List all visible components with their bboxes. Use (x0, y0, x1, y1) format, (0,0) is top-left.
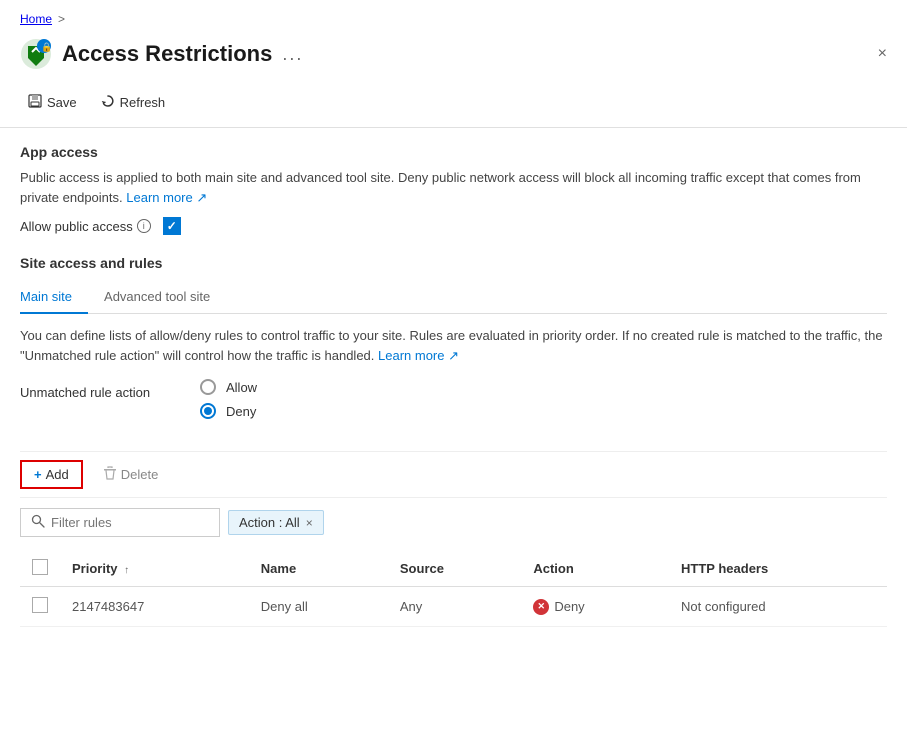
row-checkbox-cell (20, 587, 60, 627)
more-options-button[interactable]: ... (282, 44, 303, 65)
refresh-button[interactable]: Refresh (93, 90, 174, 115)
filter-input-container[interactable] (20, 508, 220, 537)
row-name: Deny all (249, 587, 388, 627)
radio-group: Allow Deny (200, 379, 257, 419)
radio-allow-row: Allow (200, 379, 257, 395)
radio-deny-row: Deny (200, 403, 257, 419)
rules-table: Priority ↑ Name Source Action HTTP heade… (20, 551, 887, 627)
table-header-source: Source (388, 551, 521, 587)
table-header: Priority ↑ Name Source Action HTTP heade… (20, 551, 887, 587)
app-access-title: App access (20, 144, 887, 160)
header-left: 🔒 Access Restrictions ... (20, 38, 303, 70)
unmatched-rule-row: Unmatched rule action Allow Deny (20, 379, 887, 435)
action-filter-badge: Action : All × (228, 510, 324, 535)
close-button[interactable]: × (878, 45, 887, 63)
filter-row: Action : All × (20, 508, 887, 537)
radio-allow[interactable] (200, 379, 216, 395)
delete-label: Delete (121, 467, 159, 482)
breadcrumb: Home > (0, 0, 907, 34)
allow-public-access-row: Allow public access i (20, 217, 887, 235)
app-access-description: Public access is applied to both main si… (20, 168, 887, 207)
breadcrumb-home[interactable]: Home (20, 12, 52, 26)
delete-button[interactable]: Delete (91, 461, 171, 488)
add-icon: + (34, 467, 42, 482)
refresh-icon (101, 94, 115, 111)
table-row: 2147483647 Deny all Any Deny Not configu… (20, 587, 887, 627)
add-button[interactable]: + Add (20, 460, 83, 489)
row-http-headers: Not configured (669, 587, 887, 627)
rules-description: You can define lists of allow/deny rules… (20, 326, 887, 365)
toolbar: Save Refresh (0, 82, 907, 128)
rules-learn-more[interactable]: Learn more ↗ (378, 348, 459, 363)
delete-icon (103, 466, 117, 483)
clear-action-filter-button[interactable]: × (306, 516, 313, 530)
rules-toolbar: + Add Delete (20, 451, 887, 498)
page-content: App access Public access is applied to b… (0, 128, 907, 643)
tab-advanced-tool-site[interactable]: Advanced tool site (104, 281, 226, 314)
tab-main-site[interactable]: Main site (20, 281, 88, 314)
allow-public-checkbox[interactable] (163, 217, 181, 235)
row-action: Deny (521, 587, 669, 627)
row-checkbox[interactable] (32, 597, 48, 613)
radio-deny-label: Deny (226, 404, 256, 419)
refresh-label: Refresh (120, 95, 166, 110)
radio-deny[interactable] (200, 403, 216, 419)
svg-text:🔒: 🔒 (41, 42, 52, 52)
save-label: Save (47, 95, 77, 110)
select-all-checkbox[interactable] (32, 559, 48, 575)
access-restrictions-page: Home > 🔒 Access Restrictions ... × (0, 0, 907, 734)
table-header-checkbox (20, 551, 60, 587)
radio-allow-label: Allow (226, 380, 257, 395)
row-source: Any (388, 587, 521, 627)
search-icon (31, 514, 45, 531)
allow-public-label: Allow public access i (20, 219, 151, 234)
table-header-priority: Priority ↑ (60, 551, 249, 587)
table-header-action: Action (521, 551, 669, 587)
page-title: Access Restrictions (62, 41, 272, 67)
save-icon (28, 94, 42, 111)
external-link-icon: ↗ (196, 190, 207, 205)
app-access-section: App access Public access is applied to b… (20, 144, 887, 235)
allow-public-info-icon[interactable]: i (137, 219, 151, 233)
unmatched-label: Unmatched rule action (20, 379, 160, 400)
row-priority: 2147483647 (60, 587, 249, 627)
deny-icon (533, 599, 549, 615)
table-header-name: Name (249, 551, 388, 587)
external-link-icon-2: ↗ (448, 348, 459, 363)
filter-rules-input[interactable] (51, 515, 209, 530)
page-icon: 🔒 (20, 38, 52, 70)
action-badge-label: Action : All (239, 515, 300, 530)
breadcrumb-separator: > (58, 12, 65, 26)
table-header-http-headers: HTTP headers (669, 551, 887, 587)
save-button[interactable]: Save (20, 90, 85, 115)
site-tabs: Main site Advanced tool site (20, 281, 887, 314)
add-label: Add (46, 467, 69, 482)
site-access-title: Site access and rules (20, 255, 887, 271)
priority-sort-icon: ↑ (124, 565, 129, 576)
page-header: 🔒 Access Restrictions ... × (0, 34, 907, 82)
site-access-section: Site access and rules Main site Advanced… (20, 255, 887, 627)
deny-badge: Deny (533, 599, 657, 615)
table-body: 2147483647 Deny all Any Deny Not configu… (20, 587, 887, 627)
app-access-learn-more[interactable]: Learn more ↗ (126, 190, 207, 205)
